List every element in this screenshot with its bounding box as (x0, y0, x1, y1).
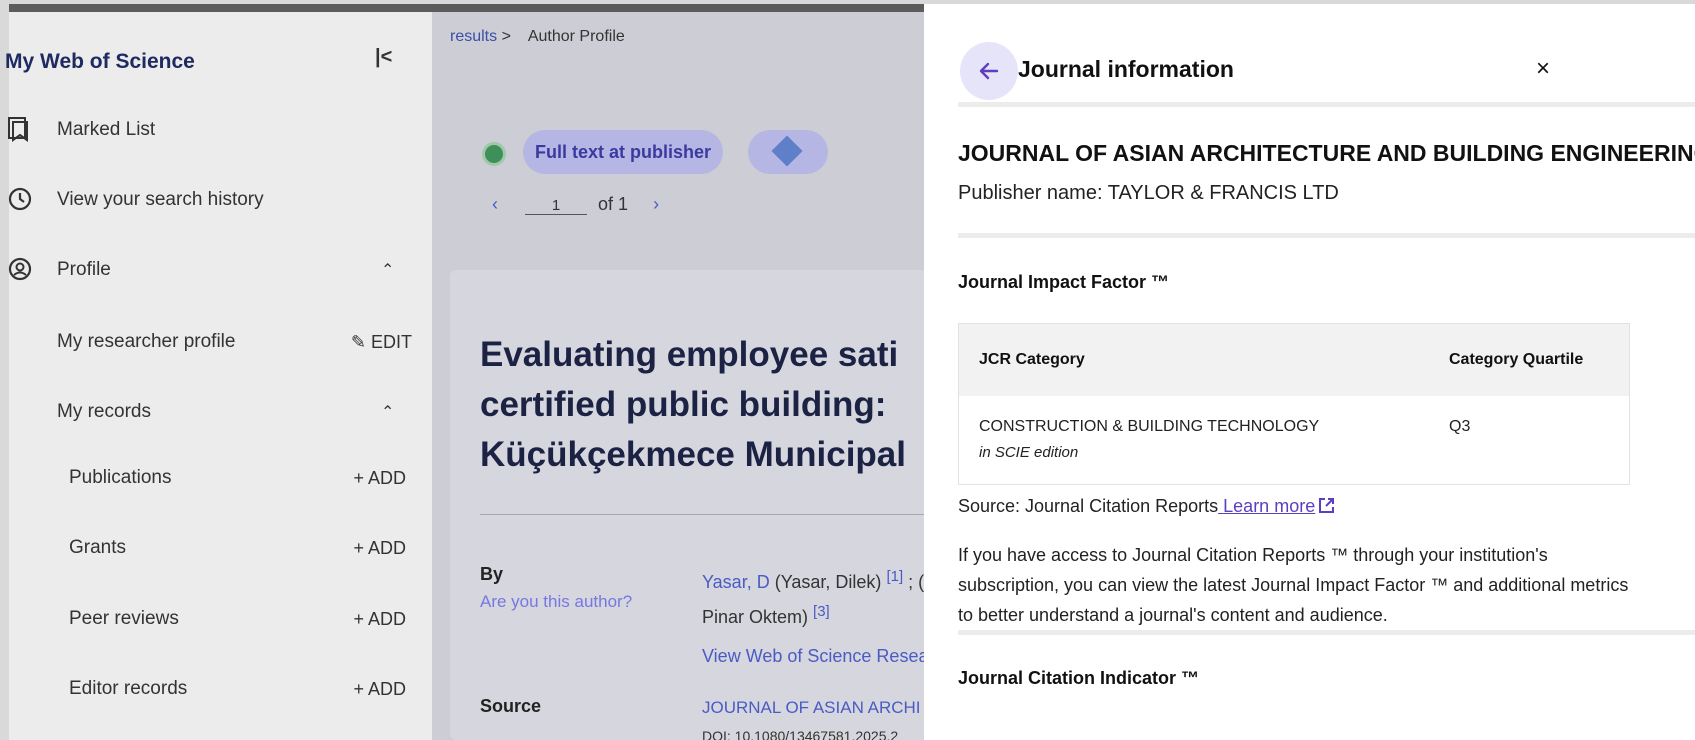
learn-more-link[interactable]: Learn more (1218, 496, 1315, 516)
publisher-name: Publisher name: TAYLOR & FRANCIS LTD (958, 182, 1339, 204)
top-strip (9, 4, 924, 12)
sidebar-title: My Web of Science (5, 50, 195, 73)
add-peer-review-button[interactable]: + ADD (353, 609, 406, 630)
table-row: CONSTRUCTION & BUILDING TECHNOLOGY in SC… (959, 396, 1629, 484)
arrow-left-icon (979, 62, 999, 80)
learn-more-label: Learn more (1223, 496, 1316, 516)
pencil-icon: ✎ (350, 331, 366, 352)
sidebar-item-label: My researcher profile (57, 331, 236, 352)
divider (958, 630, 1695, 635)
record-card-content: Evaluating employee sati certified publi… (450, 12, 924, 740)
header-jcr-category: JCR Category (979, 351, 1085, 368)
sidebar-item-search-history[interactable]: View your search history (7, 180, 432, 220)
collapse-sidebar-icon[interactable]: |< (375, 46, 392, 69)
authors: Yasar, D (Yasar, Dilek) [1] ; ( Pinar Ok… (702, 562, 924, 632)
journal-info-panel: Journal information × JOURNAL OF ASIAN A… (924, 4, 1695, 740)
sidebar-item-grants[interactable]: Grants + ADD (9, 528, 432, 568)
divider (958, 233, 1695, 238)
doi-text: DOI: 10.1080/13467581.2025.2 (702, 728, 899, 740)
bookmark-icon (7, 116, 35, 144)
jcr-description: If you have access to Journal Citation R… (958, 545, 1629, 625)
jcr-table: JCR Category Category Quartile CONSTRUCT… (958, 323, 1630, 485)
jci-heading: Journal Citation Indicator ™ (958, 668, 1200, 688)
author-full-name: Pinar Oktem) (702, 607, 809, 627)
source-label: Source (480, 696, 542, 716)
author-ref[interactable]: [1] (886, 568, 903, 585)
article-title: Evaluating employee sati certified publi… (480, 330, 924, 480)
edit-label: EDIT (370, 331, 412, 352)
sidebar-item-label: View your search history (57, 189, 264, 210)
source-journal-link[interactable]: JOURNAL OF ASIAN ARCHI (702, 698, 921, 718)
author-full-name: (Yasar, Dilek) (774, 572, 882, 592)
back-button[interactable] (960, 42, 1018, 100)
author-separator: ; ( (908, 572, 924, 592)
sidebar-item-label: Profile (57, 259, 111, 280)
sidebar-item-my-records[interactable]: My records ⌃ (9, 392, 432, 432)
history-icon (7, 186, 35, 214)
sidebar-item-label: Peer reviews (69, 608, 179, 629)
sidebar-item-profile[interactable]: Profile ⌃ (7, 250, 432, 290)
edit-button[interactable]: ✎ EDIT (351, 332, 412, 353)
divider (480, 514, 924, 515)
header-category-quartile: Category Quartile (1449, 351, 1584, 368)
jcr-quartile: Q3 (1449, 418, 1471, 435)
divider (958, 102, 1695, 107)
sidebar-item-label: Grants (69, 537, 127, 558)
chevron-up-icon[interactable]: ⌃ (381, 260, 394, 280)
add-grant-button[interactable]: + ADD (353, 538, 406, 559)
add-editor-record-button[interactable]: + ADD (353, 679, 406, 700)
chevron-up-icon[interactable]: ⌃ (381, 402, 394, 422)
sidebar-item-label: Marked List (57, 119, 156, 140)
panel-header: Journal information × (924, 4, 1695, 112)
author-ref[interactable]: [3] (813, 603, 830, 620)
sidebar-item-researcher-profile[interactable]: My researcher profile ✎ EDIT (9, 322, 432, 362)
sidebar-item-publications[interactable]: Publications + ADD (9, 458, 432, 498)
jcr-edition: in SCIE edition (979, 444, 1079, 461)
article-title-line: Evaluating employee sati (480, 335, 899, 374)
sidebar-item-label: Editor records (69, 678, 188, 699)
source-text: Source: Journal Citation Reports (958, 496, 1219, 516)
sidebar-item-editor-records[interactable]: Editor records + ADD (9, 669, 432, 709)
view-researcher-link[interactable]: View Web of Science Resea (702, 646, 924, 667)
journal-name: JOURNAL OF ASIAN ARCHITECTURE AND BUILDI… (958, 140, 1695, 166)
author-link[interactable]: Yasar, D (702, 572, 770, 592)
jcr-table-header: JCR Category Category Quartile (959, 324, 1629, 396)
article-title-line: Küçükçekmece Municipal (480, 435, 906, 474)
sidebar-item-label: Publications (69, 467, 172, 488)
close-icon[interactable]: × (1530, 56, 1556, 82)
jif-heading: Journal Impact Factor ™ (958, 272, 1170, 292)
sidebar-item-peer-reviews[interactable]: Peer reviews + ADD (9, 599, 432, 639)
jcr-source: Source: Journal Citation Reports Learn m… (958, 496, 1335, 519)
sidebar-item-marked-list[interactable]: Marked List (7, 110, 432, 150)
add-publication-button[interactable]: + ADD (353, 468, 406, 489)
external-link-icon[interactable] (1318, 497, 1335, 519)
user-circle-icon (7, 256, 35, 284)
panel-title: Journal information (1018, 56, 1234, 82)
jcr-category: CONSTRUCTION & BUILDING TECHNOLOGY (979, 418, 1320, 435)
sidebar-item-label: My records (57, 401, 151, 422)
by-label: By (480, 564, 504, 584)
sidebar: My Web of Science |< Marked List View yo… (5, 12, 432, 740)
article-title-line: certified public building: (480, 385, 887, 424)
claim-author-link[interactable]: Are you this author? (480, 592, 632, 612)
